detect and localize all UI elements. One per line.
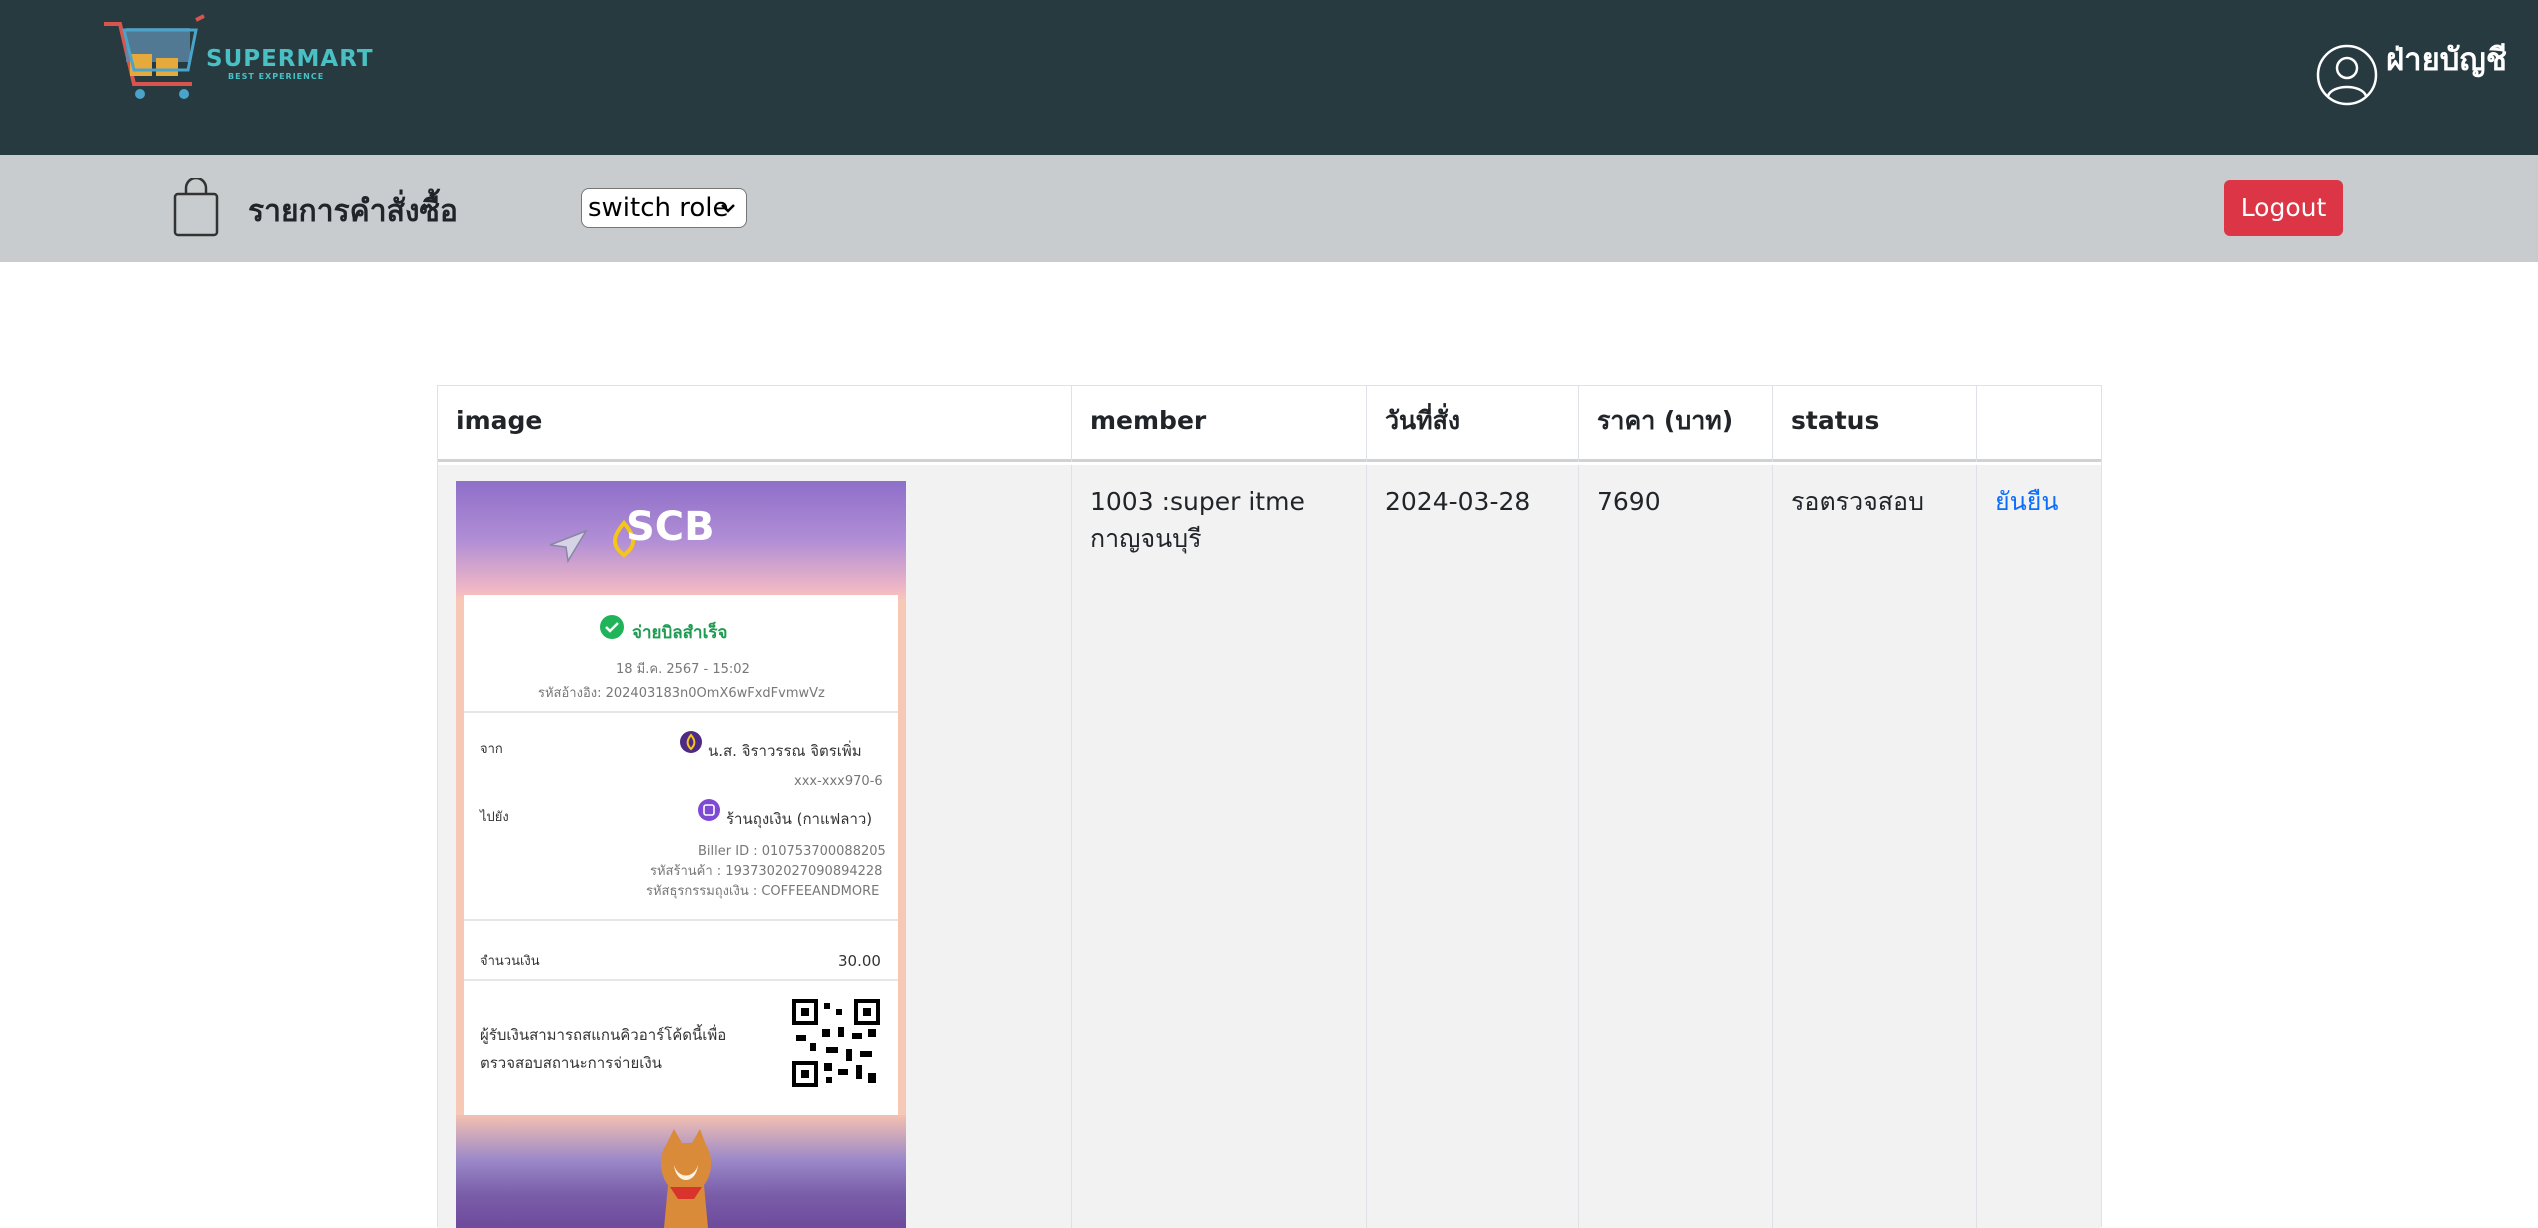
table-header: image member วันที่สั่ง ราคา (บาท) statu… [438, 386, 2101, 462]
slip-result: จ่ายบิลสำเร็จ [632, 623, 728, 643]
slip-decorative-footer [456, 1115, 906, 1228]
confirm-order-link[interactable]: ยันยืน [1995, 487, 2058, 516]
orders-table: image member วันที่สั่ง ราคา (บาท) statu… [437, 385, 2102, 1228]
qr-code-icon [792, 999, 880, 1087]
cell-member: 1003 :super itme กาญจนบุรี [1072, 465, 1367, 1228]
slip-card: จ่ายบิลสำเร็จ 18 มี.ค. 2567 - 15:02 รหัส… [464, 595, 898, 1115]
chevron-down-icon [721, 204, 735, 213]
slip-divider [464, 711, 898, 713]
top-navbar: SUPERMART BEST EXPERIENCE ฝ่ายบัญชี [0, 0, 2538, 155]
shopping-bag-icon [173, 178, 219, 237]
logout-button[interactable]: Logout [2224, 180, 2343, 236]
slip-bank-name: SCB [626, 504, 715, 550]
slip-reference: รหัสอ้างอิง: 202403183n0OmX6wFxdFvmwVz [538, 686, 825, 701]
page-title: รายการคำสั่งซื้อ [248, 194, 458, 229]
brand-tagline: BEST EXPERIENCE [228, 72, 325, 81]
user-role-label: ฝ่ายบัญชี [2386, 42, 2507, 78]
column-header-price: ราคา (บาท) [1579, 386, 1773, 462]
cell-action: ยันยืน [1977, 465, 2101, 1228]
user-avatar-icon[interactable] [2316, 44, 2378, 106]
scb-account-icon [680, 731, 702, 753]
column-header-status: status [1773, 386, 1977, 462]
success-check-icon [600, 615, 624, 639]
switch-role-value: switch role [588, 193, 729, 223]
column-header-member: member [1072, 386, 1367, 462]
slip-transaction-code: รหัสธุรกรรมถุงเงิน : COFFEEANDMORE [646, 884, 880, 899]
slip-from-account: xxx-xxx970-6 [794, 774, 883, 789]
slip-to-label: ไปยัง [480, 810, 509, 825]
switch-role-select[interactable]: switch role [581, 188, 747, 228]
slip-from-label: จาก [480, 742, 503, 757]
slip-divider [464, 979, 898, 981]
cell-image: SCB จ่ายบิลสำเร็จ 18 มี.ค. 2567 - 15:02 … [438, 465, 1072, 1228]
slip-amount: 30.00 [838, 952, 881, 970]
bird-icon [549, 529, 588, 564]
cell-order-date: 2024-03-28 [1367, 465, 1579, 1228]
cell-price: 7690 [1579, 465, 1773, 1228]
column-header-order-date: วันที่สั่ง [1367, 386, 1579, 462]
column-header-image: image [438, 386, 1072, 462]
slip-amount-label: จำนวนเงิน [480, 954, 540, 969]
column-header-action [1977, 386, 2101, 462]
slip-qr-note-line-2: ตรวจสอบสถานะการจ่ายเงิน [480, 1054, 662, 1072]
slip-divider [464, 919, 898, 921]
payment-slip-image[interactable]: SCB จ่ายบิลสำเร็จ 18 มี.ค. 2567 - 15:02 … [456, 481, 906, 1228]
cell-status: รอตรวจสอบ [1773, 465, 1977, 1228]
table-row: SCB จ่ายบิลสำเร็จ 18 มี.ค. 2567 - 15:02 … [438, 465, 2101, 1228]
brand-name: SUPERMART [206, 46, 374, 72]
wallet-merchant-icon [698, 799, 720, 821]
shiba-dog-icon [660, 1129, 712, 1228]
